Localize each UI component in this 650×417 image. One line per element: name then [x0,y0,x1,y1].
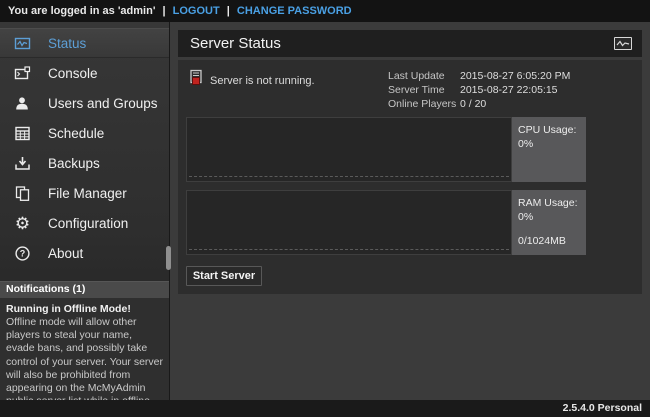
sidebar-item-configuration[interactable]: ⚙ Configuration [0,208,169,238]
notification-title: Running in Offline Mode! [6,303,163,316]
info-value: 2015-08-27 6:05:20 PM [460,69,570,83]
sidebar-item-status[interactable]: Status [0,28,169,58]
sidebar-item-label: About [48,246,83,261]
cpu-usage-box: CPU Usage: 0% [512,117,586,182]
schedule-icon [14,125,31,142]
sidebar-item-console[interactable]: Console [0,58,169,88]
console-icon [14,65,31,82]
cpu-graph-baseline [189,176,509,177]
gear-icon: ⚙ [14,215,31,232]
change-password-link[interactable]: CHANGE PASSWORD [237,5,352,17]
info-label: Server Time [388,83,460,97]
separator: | [163,5,166,17]
info-label: Last Update [388,69,460,83]
users-icon [14,95,31,112]
start-server-button[interactable]: Start Server [186,266,262,286]
ram-usage-graph [186,190,512,255]
sidebar-item-label: Backups [48,156,100,171]
info-row-online-players: Online Players 0 / 20 [388,97,570,111]
info-row-last-update: Last Update 2015-08-27 6:05:20 PM [388,69,570,83]
sidebar-item-label: Console [48,66,98,81]
server-status-message: Server is not running. [210,75,315,87]
ram-usage-detail: 0/1024MB [518,235,580,249]
page-title-bar: Server Status [178,30,642,57]
server-stopped-icon [188,69,204,87]
sidebar-item-label: File Manager [48,186,127,201]
sidebar-item-label: Users and Groups [48,96,158,111]
sidebar: Status Console [0,22,170,400]
info-value: 0 / 20 [460,97,486,111]
backups-icon [14,155,31,172]
info-row-server-time: Server Time 2015-08-27 22:05:15 [388,83,570,97]
logged-in-text: You are logged in as 'admin' [8,5,155,17]
page-title: Server Status [190,35,281,52]
logout-link[interactable]: LOGOUT [173,5,220,17]
notifications-header: Notifications (1) [0,281,169,298]
bottom-bar: 2.5.4.0 Personal [0,400,650,417]
vertical-scrollbar-thumb[interactable] [166,246,171,270]
ram-usage-label: RAM Usage: [518,197,580,211]
status-graph-icon [614,37,632,50]
sidebar-item-backups[interactable]: Backups [0,148,169,178]
info-value: 2015-08-27 22:05:15 [460,83,558,97]
sidebar-item-file-manager[interactable]: File Manager [0,178,169,208]
cpu-usage-value: 0% [518,138,580,152]
server-info-table: Last Update 2015-08-27 6:05:20 PM Server… [388,69,570,111]
server-status-panel: Server is not running. Last Update 2015-… [178,60,642,294]
sidebar-item-label: Configuration [48,216,128,231]
ram-usage-value: 0% [518,211,580,225]
info-label: Online Players [388,97,460,111]
version-label: 2.5.4.0 Personal [563,402,642,414]
separator: | [227,5,230,17]
svg-text:?: ? [20,248,26,258]
mcmyadmin-window: You are logged in as 'admin' | LOGOUT | … [0,0,650,417]
sidebar-item-label: Status [48,36,86,51]
status-icon [14,35,31,52]
sidebar-menu: Status Console [0,28,169,268]
cpu-usage-graph [186,117,512,182]
sidebar-item-about[interactable]: ? About [0,238,169,268]
top-bar: You are logged in as 'admin' | LOGOUT | … [0,0,650,22]
ram-usage-box: RAM Usage: 0% 0/1024MB [512,190,586,255]
sidebar-item-users-and-groups[interactable]: Users and Groups [0,88,169,118]
question-icon: ? [14,245,31,262]
sidebar-item-label: Schedule [48,126,104,141]
file-manager-icon [14,185,31,202]
ram-graph-baseline [189,249,509,250]
sidebar-item-schedule[interactable]: Schedule [0,118,169,148]
cpu-usage-label: CPU Usage: [518,124,580,138]
